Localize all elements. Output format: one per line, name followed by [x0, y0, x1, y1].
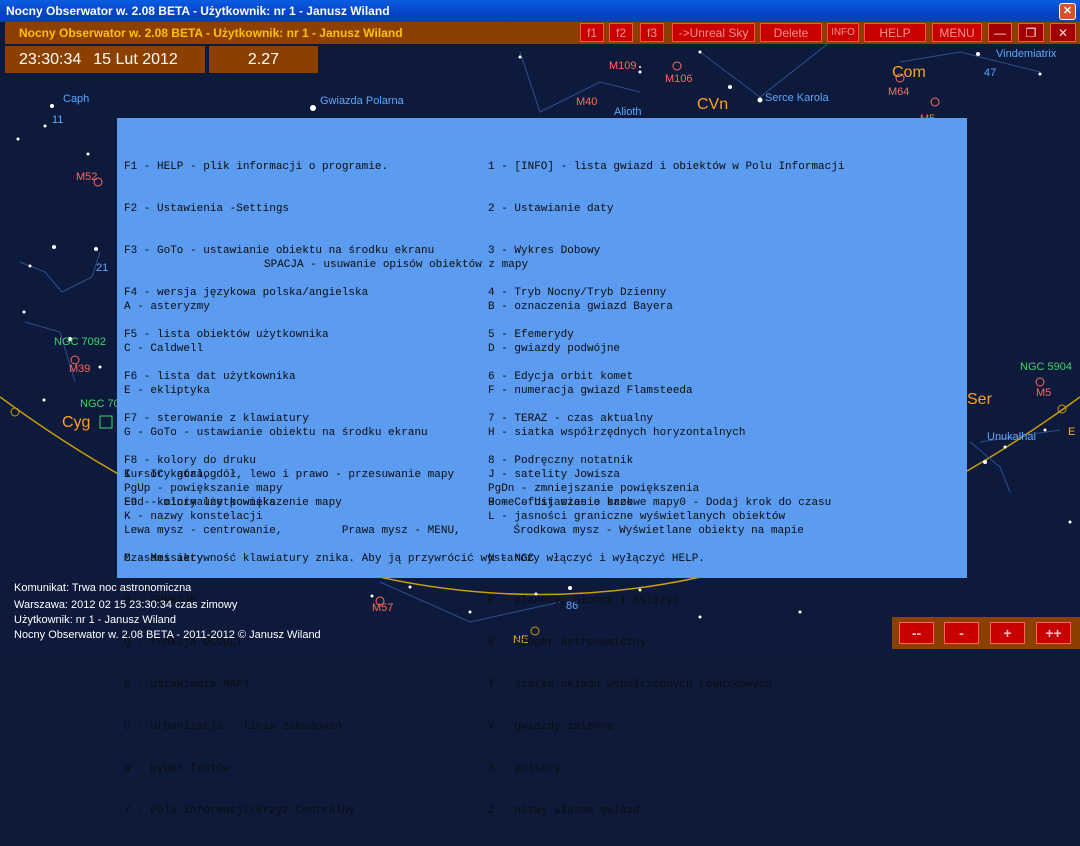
object-label-m106: M106 [665, 73, 693, 85]
help-line: F2 - Ustawienia -Settings [124, 203, 290, 215]
star-label-alioth: Alioth [614, 106, 642, 118]
unreal-sky-button[interactable]: ->Unreal Sky [672, 23, 755, 42]
status-location-time: Warszawa: 2012 02 15 23:30:34 czas zimow… [14, 599, 238, 611]
star-label-serce-karola: Serce Karola [765, 92, 829, 104]
object-label-m64: M64 [888, 86, 910, 98]
help-home-line: Home - Ustawienie bazowe mapy [488, 497, 680, 509]
help-line: L - jasności graniczne wyświetlanych obi… [488, 511, 786, 523]
star-label-21: 21 [96, 262, 109, 274]
zoom-in-button[interactable]: + [990, 622, 1025, 644]
object-label-ngc5904: NGC 5904 [1020, 361, 1072, 373]
constellation-label-cyg: Cyg [62, 414, 91, 431]
app-title: Nocny Obserwator w. 2.08 BETA - Użytkown… [19, 26, 403, 40]
help-line: A - asteryzmy [124, 301, 210, 313]
window-title: Nocny Obserwator w. 2.08 BETA - Użytkown… [6, 4, 390, 18]
help-line: C - Caldwell [124, 343, 204, 355]
window-close-button[interactable]: ✕ [1059, 3, 1076, 20]
help-line: 1 - [INFO] - lista gwiazd i obiektów w P… [488, 161, 845, 173]
help-line: K - nazwy konstelacji [124, 511, 263, 523]
help-spacja-line: SPACJA - usuwanie opisów obiektów z mapy [264, 259, 529, 271]
object-label-m52: M52 [76, 171, 98, 183]
help-button[interactable]: HELP [864, 23, 926, 42]
help-line: F - numeracja gwiazd Flamsteeda [488, 385, 693, 397]
object-label-ngc70: NGC 70 [80, 398, 120, 410]
minimize-button[interactable]: — [988, 23, 1012, 42]
app-close-button[interactable]: ✕ [1050, 23, 1076, 42]
help-line: 2 - Ustawianie daty [488, 203, 614, 215]
object-label-m5: M5 [1036, 387, 1052, 399]
f1-button[interactable]: f1 [580, 23, 604, 42]
help-line: G - GoTo - ustawianie obiektu na środku … [124, 427, 428, 439]
help-note-line: Czasami aktywność klawiatury znika. Aby … [124, 553, 705, 565]
ngc-object-marker [99, 415, 113, 429]
help-line: D - gwiazdy podwójne [488, 343, 621, 355]
star-label-unukalhai: Unukalhai [987, 431, 1036, 443]
help-line: S - Ustawienia MAPY [124, 679, 250, 691]
delete-button[interactable]: Delete [760, 23, 822, 42]
help-line: 3 - Wykres Dobowy [488, 245, 601, 257]
zoom-out-button[interactable]: - [944, 622, 979, 644]
window-title-bar: Nocny Obserwator w. 2.08 BETA - Użytkown… [0, 0, 1080, 22]
f3-button[interactable]: f3 [640, 23, 664, 42]
help-line: Z - nazwy własne gwiazd [488, 805, 640, 817]
help-line: W - wybór fontów [124, 763, 230, 775]
horizon-marker [10, 407, 20, 417]
help-pgup-line: PgUp - powiększanie mapy [124, 483, 283, 495]
help-line: B - oznaczenia gwiazd Bayera [488, 301, 673, 313]
compass-label-e: E [1068, 426, 1076, 438]
star-label-vindemiatrix: Vindemiatrix [996, 48, 1057, 60]
help-line: V - gwiazdy zmienne [488, 721, 614, 733]
star-label-11: 11 [52, 114, 64, 126]
help-line: E - ekliptyka [124, 385, 210, 397]
object-label-ngc7092: NGC 7092 [54, 336, 106, 348]
f2-button[interactable]: f2 [609, 23, 633, 42]
menu-button[interactable]: MENU [932, 23, 982, 42]
help-panel: F1 - HELP - plik informacji o programie.… [117, 118, 967, 817]
constellation-label-cvn: CVn [697, 96, 729, 113]
object-label-m39: M39 [69, 363, 91, 375]
step-value-panel: 2.27 [209, 46, 318, 73]
help-line: F3 - GoTo - ustawianie obiektu na środku… [124, 245, 435, 257]
object-label-m40: M40 [576, 96, 598, 108]
help-line: X - pulsary [488, 763, 561, 775]
constellation-label-com: Com [892, 64, 926, 81]
clock-value: 23:30:34 [19, 50, 82, 68]
object-label-m109: M109 [609, 60, 637, 72]
star-label-gwiazda-polarna: Gwiazda Polarna [320, 95, 404, 107]
help-line: F1 - HELP - plik informacji o programie. [124, 161, 389, 173]
status-copyright: Nocny Obserwator w. 2.08 BETA - 2011-201… [14, 629, 321, 641]
star-label-47: 47 [984, 67, 997, 79]
zoom-in-max-button[interactable]: ++ [1036, 622, 1071, 644]
zoom-out-max-button[interactable]: -- [899, 622, 934, 644]
help-pgdn-line: PgDn - zmniejszanie powiększenia [488, 483, 700, 495]
step-value: 2.27 [247, 50, 280, 68]
maximize-button[interactable]: ❐ [1018, 23, 1044, 42]
status-user: Użytkownik: nr 1 - Janusz Wiland [14, 614, 176, 626]
horizon-marker [1057, 404, 1067, 414]
help-line: U - Urbanizacja - linia zabudowań [124, 721, 342, 733]
help-cursors-line: Kursory góra, dół, lewo i prawo - przesu… [124, 469, 455, 481]
datetime-panel: 23:30:34 15 Lut 2012 [5, 46, 205, 73]
help-line: H - siatka współrzędnych horyzontalnych [488, 427, 746, 439]
star-label-caph: Caph [63, 93, 90, 105]
help-line: T - siatka układu współrzędnych równikow… [488, 679, 772, 691]
help-line: J - satelity Jowisza [488, 469, 621, 481]
help-line: P - planety, Słońce i Księżyc [488, 595, 680, 607]
info-button[interactable]: INFO [827, 23, 859, 42]
help-line: Y - Pole Informacji/Krzyż Centralny [124, 805, 356, 817]
status-message: Komunikat: Trwa noc astronomiczna [14, 582, 192, 594]
date-value: 15 Lut 2012 [93, 50, 178, 68]
help-line: R - stoper astronomiczny [488, 637, 647, 649]
help-mouse-line: Lewa mysz - centrowanie, Prawa mysz - ME… [124, 525, 804, 537]
constellation-label-ser: Ser [967, 391, 992, 408]
help-end-line: End - minimalne powiększenie mapy [124, 497, 342, 509]
